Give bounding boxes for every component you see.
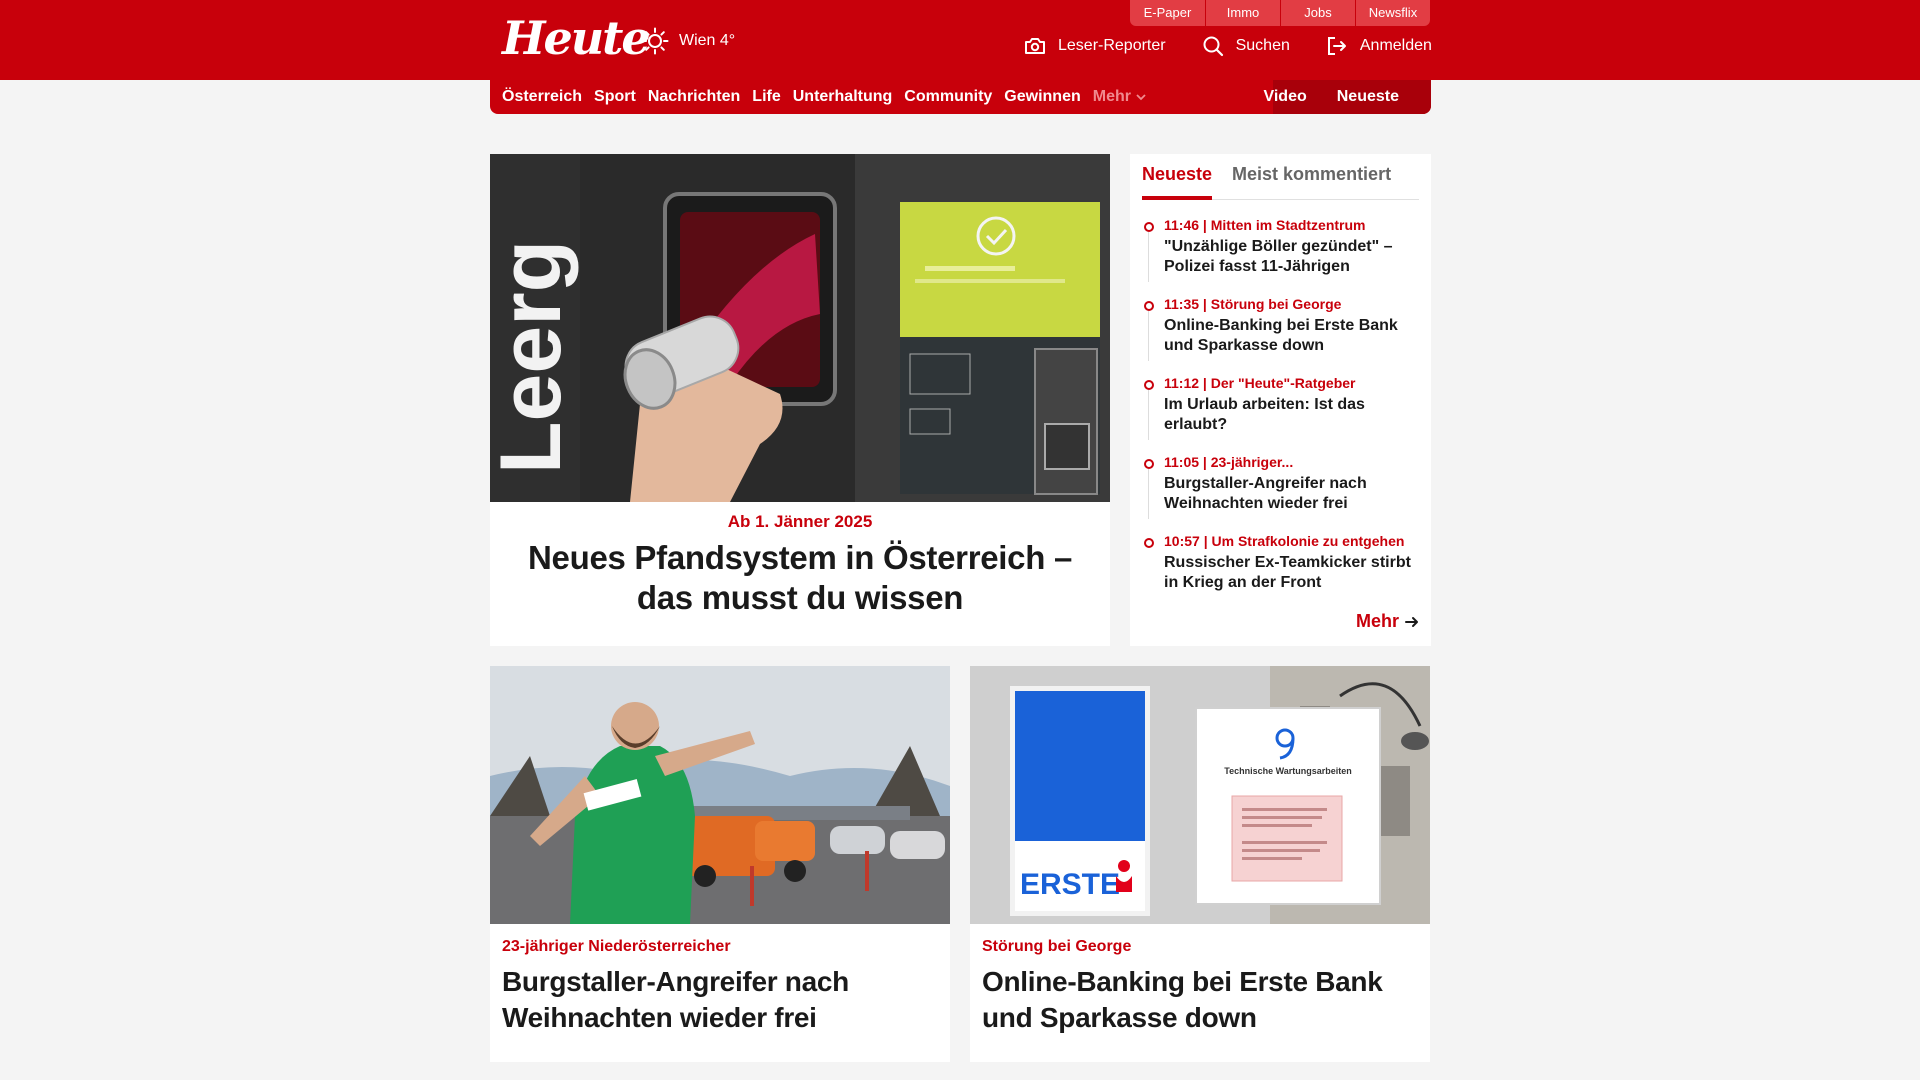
sun-icon xyxy=(641,27,669,55)
nav-item-sport[interactable]: Sport xyxy=(594,88,636,106)
card-kicker: Störung bei George xyxy=(982,938,1132,955)
login-icon xyxy=(1327,37,1346,55)
news-item-meta: 11:12 | Der "Heute"-Ratgeber xyxy=(1164,375,1356,391)
timeline-line xyxy=(1148,469,1149,519)
nav-right-group: Video Neueste xyxy=(1263,80,1431,114)
topbar-immo[interactable]: Immo xyxy=(1205,0,1280,26)
news-item-meta: 11:35 | Störung bei George xyxy=(1164,296,1342,312)
maintenance-screen-title: Technische Wartungsarbeiten xyxy=(1224,766,1352,776)
erste-sign-text: ERSTE xyxy=(1020,868,1120,901)
topbar-newsflix[interactable]: Newsflix xyxy=(1355,0,1430,26)
nav-item-nachrichten[interactable]: Nachrichten xyxy=(648,88,740,106)
news-item-headline[interactable]: Online-Banking bei Erste Bank und Sparka… xyxy=(1164,316,1419,356)
svg-text:Leerg: Leerg xyxy=(490,240,579,474)
article-card[interactable]: 23-jähriger Niederösterreicher Burgstall… xyxy=(490,666,950,1062)
news-timeline: 11:46 | Mitten im Stadtzentrum "Unzählig… xyxy=(1142,216,1419,611)
hero-article[interactable]: Leerg Ab 1. Jänner 2025 Neues Pfandsyste… xyxy=(490,154,1110,646)
hero-image[interactable]: Leerg xyxy=(490,154,1110,502)
timeline-line xyxy=(1148,390,1149,440)
news-item-meta: 10:57 | Um Strafkolonie zu entgehen xyxy=(1164,533,1405,549)
news-item-headline[interactable]: "Unzählige Böller gezündet" – Polizei fa… xyxy=(1164,237,1419,277)
sidebar-more-label: Mehr xyxy=(1355,611,1399,631)
leser-reporter-button[interactable]: Leser-Reporter xyxy=(1024,36,1166,56)
topbar-epaper[interactable]: E-Paper xyxy=(1130,0,1205,26)
latest-news-sidebar: Neueste Meist kommentiert 11:46 | Mitten… xyxy=(1130,154,1431,646)
timeline-dot-icon xyxy=(1144,538,1154,548)
news-item-headline[interactable]: Im Urlaub arbeiten: Ist das erlaubt? xyxy=(1164,395,1419,435)
news-item[interactable]: 10:57 | Um Strafkolonie zu entgehen Russ… xyxy=(1142,532,1419,611)
site-header xyxy=(0,0,1920,80)
timeline-line xyxy=(1148,232,1149,282)
nav-item-gewinnen[interactable]: Gewinnen xyxy=(1004,88,1080,106)
nav-item-video[interactable]: Video xyxy=(1263,88,1306,106)
news-item-headline[interactable]: Burgstaller-Angreifer nach Weihnachten w… xyxy=(1164,474,1419,514)
news-item-meta: 11:46 | Mitten im Stadtzentrum xyxy=(1164,217,1366,233)
login-button[interactable]: Anmelden xyxy=(1326,35,1432,57)
tab-neueste[interactable]: Neueste xyxy=(1142,154,1213,200)
weather-label: Wien 4° xyxy=(679,32,736,49)
timeline-dot-icon xyxy=(1144,459,1154,469)
leser-reporter-label: Leser-Reporter xyxy=(1058,37,1166,54)
news-item[interactable]: 11:12 | Der "Heute"-Ratgeber Im Urlaub a… xyxy=(1142,374,1419,453)
camera-icon xyxy=(1025,38,1045,54)
chevron-down-icon xyxy=(1136,94,1146,101)
top-service-bar: E-Paper Immo Jobs Newsflix xyxy=(1130,0,1430,26)
nav-more-label: Mehr xyxy=(1092,88,1131,105)
timeline-line xyxy=(1148,311,1149,361)
article-card[interactable]: ERSTE Technische Wartungsarbeiten Störun… xyxy=(970,666,1430,1062)
sidebar-tabs: Neueste Meist kommentiert xyxy=(1142,154,1419,200)
hero-title[interactable]: Neues Pfandsystem in Österreich – das mu… xyxy=(490,538,1110,618)
news-item[interactable]: 11:35 | Störung bei George Online-Bankin… xyxy=(1142,295,1419,374)
header-actions: Leser-Reporter Suchen Anmelden xyxy=(1024,32,1432,60)
main-navigation: Österreich Sport Nachrichten Life Unterh… xyxy=(490,80,1431,114)
timeline-dot-icon xyxy=(1144,222,1154,232)
hero-kicker: Ab 1. Jänner 2025 xyxy=(727,512,873,531)
card-image-erste-bank[interactable]: ERSTE Technische Wartungsarbeiten xyxy=(970,666,1430,924)
timeline-dot-icon xyxy=(1144,301,1154,311)
nav-item-neueste[interactable]: Neueste xyxy=(1337,88,1399,106)
site-logo[interactable]: Heute xyxy=(502,10,651,66)
search-label: Suchen xyxy=(1235,37,1290,54)
topbar-jobs[interactable]: Jobs xyxy=(1280,0,1355,26)
news-item[interactable]: 11:46 | Mitten im Stadtzentrum "Unzählig… xyxy=(1142,216,1419,295)
news-item[interactable]: 11:05 | 23-jähriger... Burgstaller-Angre… xyxy=(1142,453,1419,532)
card-kicker: 23-jähriger Niederösterreicher xyxy=(502,938,731,955)
sidebar-more-link[interactable]: Mehr xyxy=(1356,611,1419,632)
card-title[interactable]: Online-Banking bei Erste Bank und Sparka… xyxy=(982,964,1418,1036)
tab-meist-kommentiert[interactable]: Meist kommentiert xyxy=(1232,154,1391,199)
search-icon xyxy=(1203,36,1223,57)
nav-more-dropdown[interactable]: Mehr xyxy=(1093,88,1146,106)
timeline-dot-icon xyxy=(1144,380,1154,390)
nav-item-community[interactable]: Community xyxy=(904,88,992,106)
card-title[interactable]: Burgstaller-Angreifer nach Weihnachten w… xyxy=(502,964,938,1036)
nav-item-oesterreich[interactable]: Österreich xyxy=(502,88,582,106)
arrow-right-icon xyxy=(1405,616,1418,627)
nav-item-unterhaltung[interactable]: Unterhaltung xyxy=(793,88,893,106)
nav-item-life[interactable]: Life xyxy=(752,88,780,106)
news-item-headline[interactable]: Russischer Ex-Teamkicker stirbt in Krieg… xyxy=(1164,553,1419,593)
search-button[interactable]: Suchen xyxy=(1202,35,1290,57)
news-item-meta: 11:05 | 23-jähriger... xyxy=(1164,454,1294,470)
card-image-footballer[interactable] xyxy=(490,666,950,924)
weather-widget[interactable]: Wien 4° xyxy=(641,26,735,56)
login-label: Anmelden xyxy=(1359,37,1432,54)
